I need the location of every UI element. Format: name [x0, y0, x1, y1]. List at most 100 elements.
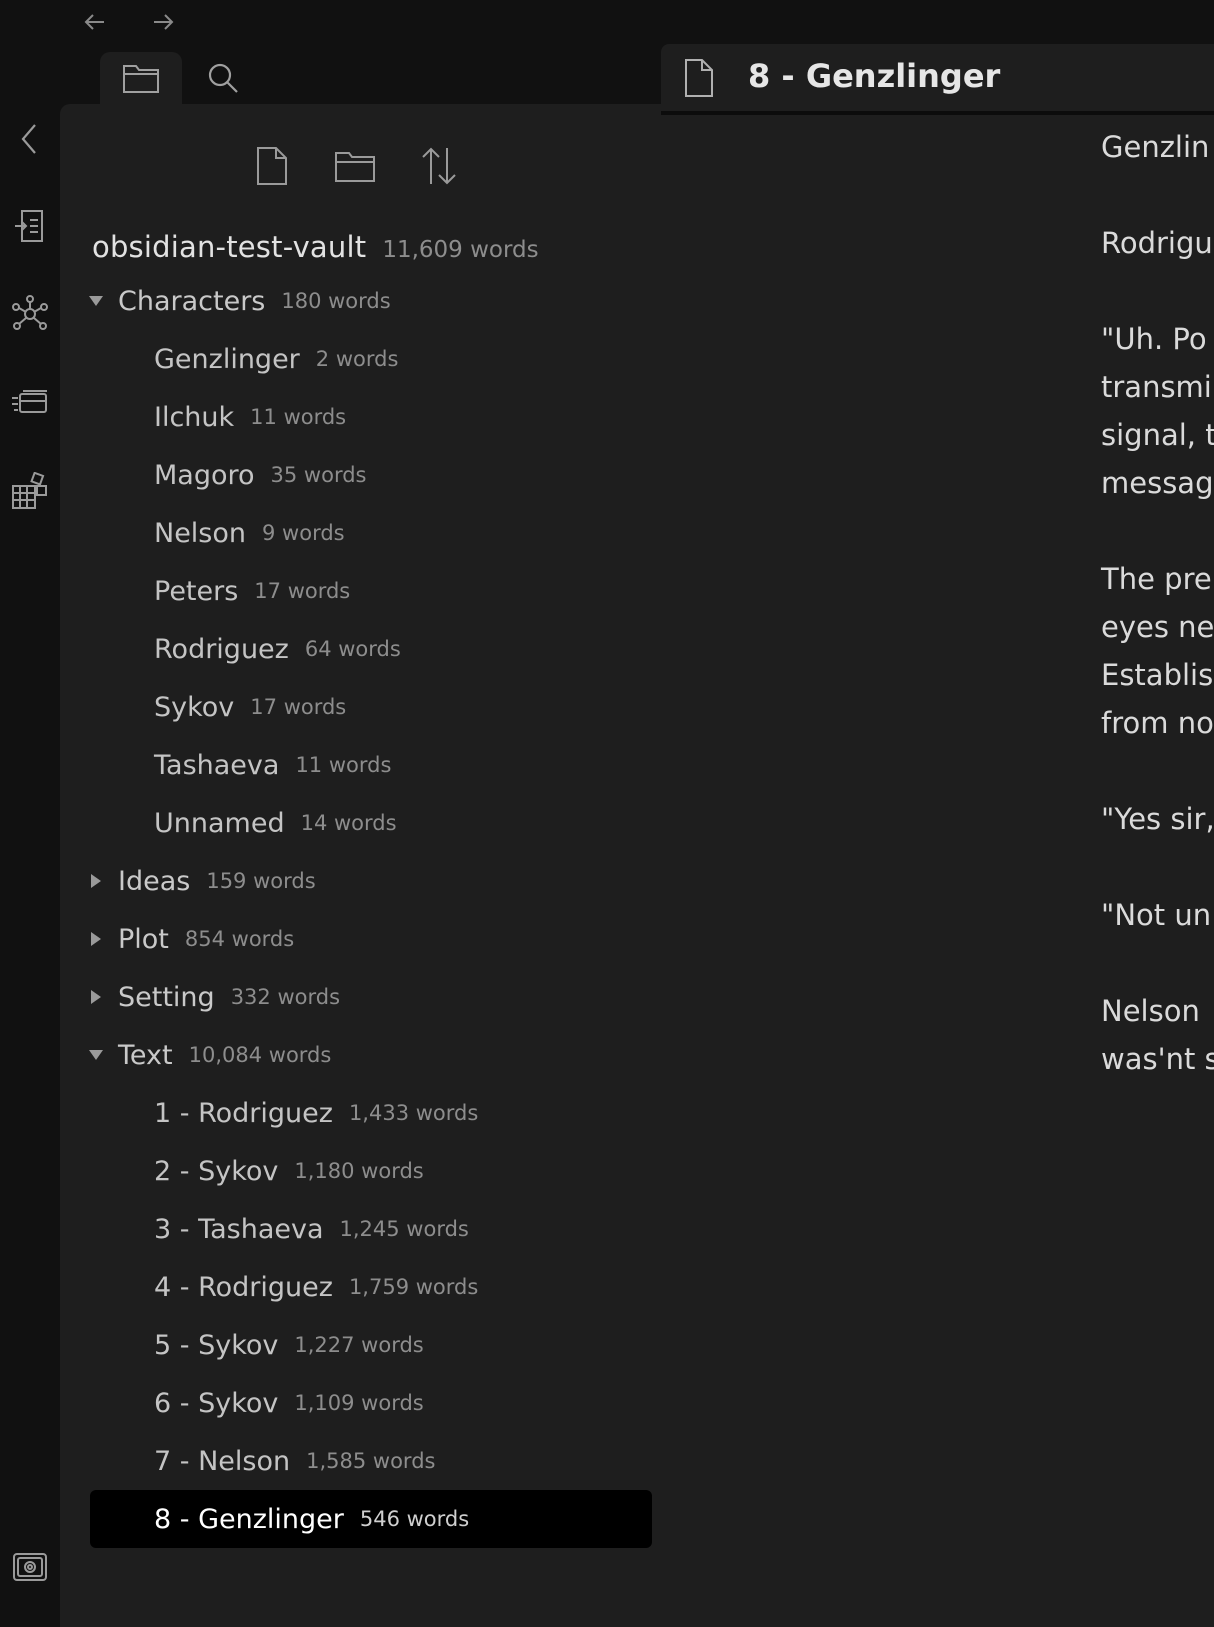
folder-name: Characters — [118, 285, 266, 317]
paragraph[interactable]: "Not un — [1101, 891, 1214, 939]
file-word-count: 9 words — [262, 521, 345, 545]
file-item[interactable]: 1 - Rodriguez 1,433 words — [90, 1084, 652, 1142]
file-name: 1 - Rodriguez — [154, 1097, 333, 1129]
vault-name: obsidian-test-vault — [92, 230, 367, 264]
file-explorer-tab[interactable] — [100, 52, 182, 104]
paragraph-line: signal, t — [1101, 418, 1214, 452]
folder-plot[interactable]: Plot 854 words — [86, 910, 656, 968]
folder-ideas[interactable]: Ideas 159 words — [86, 852, 656, 910]
editor-content[interactable]: Genzlin Rodrigu "Uh. Po transmi signal, t mes… — [1101, 123, 1214, 1131]
file-name: Unnamed — [154, 807, 285, 839]
file-name: Genzlinger — [154, 343, 300, 375]
caret-down-icon[interactable] — [86, 1045, 106, 1065]
file-item[interactable]: 7 - Nelson 1,585 words — [90, 1432, 652, 1490]
folder-text[interactable]: Text 10,084 words — [86, 1026, 656, 1084]
file-item[interactable]: Peters 17 words — [90, 562, 652, 620]
caret-right-icon[interactable] — [86, 987, 106, 1007]
sort-icon — [420, 146, 458, 186]
new-note-icon — [255, 146, 289, 186]
paragraph[interactable]: Genzlin — [1101, 123, 1214, 171]
paragraph[interactable]: "Uh. Po transmi signal, t messag — [1101, 315, 1214, 507]
search-icon — [206, 61, 240, 95]
paragraph-line: Genzlin — [1101, 130, 1210, 164]
file-item[interactable]: Magoro 35 words — [90, 446, 652, 504]
canvas-icon[interactable] — [10, 471, 50, 511]
file-item[interactable]: Nelson 9 words — [90, 504, 652, 562]
editor-pane[interactable]: Genzlin Rodrigu "Uh. Po transmi signal, t mes… — [661, 115, 1214, 1627]
file-word-count: 17 words — [250, 695, 347, 719]
slides-icon[interactable] — [10, 383, 50, 423]
file-word-count: 1,433 words — [348, 1101, 479, 1125]
file-item[interactable]: Sykov 17 words — [90, 678, 652, 736]
chevron-left-icon[interactable] — [10, 119, 50, 159]
note-title[interactable]: 8 - Genzlinger — [748, 57, 1000, 95]
folder-icon — [122, 62, 160, 94]
document-icon — [683, 58, 715, 98]
file-name: 3 - Tashaeva — [154, 1213, 324, 1245]
vault-word-count: 11,609 words — [382, 237, 539, 263]
paragraph-line: "Uh. Po — [1101, 322, 1207, 356]
explorer-actions — [60, 142, 661, 192]
folder-word-count: 10,084 words — [188, 1043, 332, 1067]
caret-down-icon[interactable] — [86, 291, 106, 311]
file-word-count: 1,585 words — [306, 1449, 436, 1473]
caret-right-icon[interactable] — [86, 929, 106, 949]
file-name: Ilchuk — [154, 401, 235, 433]
file-name: 8 - Genzlinger — [154, 1503, 344, 1535]
sort-button[interactable] — [415, 142, 463, 190]
search-tab[interactable] — [182, 52, 264, 104]
paragraph[interactable]: "Yes sir, — [1101, 795, 1214, 843]
file-word-count: 11 words — [295, 753, 392, 777]
file-word-count: 1,180 words — [294, 1159, 424, 1183]
file-word-count: 17 words — [254, 579, 351, 603]
file-item[interactable]: Ilchuk 11 words — [90, 388, 652, 446]
file-item[interactable]: Genzlinger 2 words — [90, 330, 652, 388]
paragraph-line: was'nt s — [1101, 1042, 1214, 1076]
paragraph[interactable]: Rodrigu — [1101, 219, 1214, 267]
file-name: Tashaeva — [154, 749, 280, 781]
file-explorer: obsidian-test-vault 11,609 words Charact… — [60, 104, 662, 1627]
file-word-count: 1,759 words — [348, 1275, 479, 1299]
file-name: 2 - Sykov — [154, 1155, 279, 1187]
paragraph[interactable]: Nelson was'nt s — [1101, 987, 1214, 1083]
new-folder-button[interactable] — [331, 142, 379, 190]
arrow-left-icon[interactable] — [80, 8, 110, 36]
vault-icon[interactable] — [10, 1547, 50, 1587]
paragraph-line: "Yes sir, — [1101, 802, 1214, 836]
file-item[interactable]: 8 - Genzlinger 546 words — [90, 1490, 652, 1548]
folder-setting[interactable]: Setting 332 words — [86, 968, 656, 1026]
file-item[interactable]: Rodriguez 64 words — [90, 620, 652, 678]
caret-right-icon[interactable] — [86, 871, 106, 891]
paragraph-line: Rodrigu — [1101, 226, 1213, 260]
paragraph-line: messag — [1101, 466, 1214, 500]
paragraph-line: transmi — [1101, 370, 1212, 404]
paragraph-line: Establis — [1101, 658, 1214, 692]
arrow-right-icon[interactable] — [148, 8, 178, 36]
file-word-count: 1,245 words — [339, 1217, 469, 1241]
file-name: Magoro — [154, 459, 255, 491]
file-word-count: 35 words — [270, 463, 367, 487]
vault-header[interactable]: obsidian-test-vault 11,609 words — [92, 230, 539, 270]
new-note-button[interactable] — [248, 142, 296, 190]
command-palette-icon[interactable] — [10, 206, 50, 246]
file-item[interactable]: Unnamed 14 words — [90, 794, 652, 852]
sidebar-tab-strip — [60, 44, 660, 104]
file-item[interactable]: 4 - Rodriguez 1,759 words — [90, 1258, 652, 1316]
folder-word-count: 159 words — [206, 869, 316, 893]
paragraph-line: Nelson — [1101, 994, 1200, 1028]
file-word-count: 2 words — [315, 347, 399, 371]
file-item[interactable]: 2 - Sykov 1,180 words — [90, 1142, 652, 1200]
graph-icon[interactable] — [10, 294, 50, 334]
file-item[interactable]: 5 - Sykov 1,227 words — [90, 1316, 652, 1374]
file-item[interactable]: 6 - Sykov 1,109 words — [90, 1374, 652, 1432]
file-name: 5 - Sykov — [154, 1329, 279, 1361]
file-word-count: 14 words — [300, 811, 397, 835]
file-item[interactable]: 3 - Tashaeva 1,245 words — [90, 1200, 652, 1258]
file-name: Nelson — [154, 517, 247, 549]
file-name: Peters — [154, 575, 239, 607]
paragraph[interactable]: The pre eyes ne Establis from no — [1101, 555, 1214, 747]
folder-characters[interactable]: Characters 180 words — [86, 272, 656, 330]
file-word-count: 64 words — [304, 637, 401, 661]
ribbon — [0, 44, 60, 1627]
file-item[interactable]: Tashaeva 11 words — [90, 736, 652, 794]
